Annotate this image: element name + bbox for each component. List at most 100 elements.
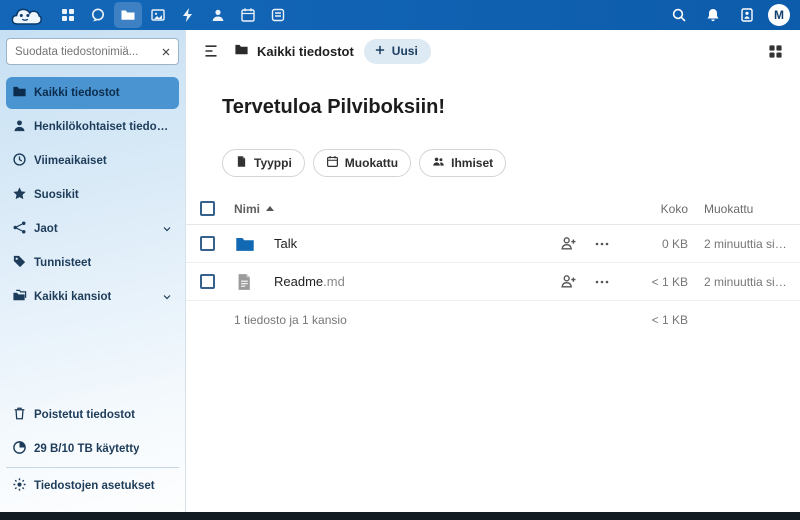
toggle-sidebar-icon[interactable] — [198, 38, 224, 64]
sidebar-item-label: Tiedostojen asetukset — [34, 480, 155, 492]
sidebar-item-label: Henkilökohtaiset tiedostot — [34, 121, 173, 133]
chevron-down-icon[interactable] — [161, 291, 173, 303]
topbar-right: M — [666, 2, 790, 28]
sidebar-item-favorites[interactable]: Suosikit — [6, 179, 179, 211]
select-all-checkbox[interactable] — [200, 201, 215, 216]
dashboard-app-icon[interactable] — [54, 2, 82, 28]
file-basename: Readme — [274, 274, 323, 289]
filename-filter-input[interactable] — [6, 38, 179, 65]
filename-filter — [6, 38, 179, 65]
sidebar-item-label: Kaikki tiedostot — [34, 87, 120, 99]
quota-pie-icon — [12, 440, 27, 458]
folder-icon — [234, 42, 249, 60]
file-size: 0 KB — [622, 237, 688, 251]
breadcrumb-label: Kaikki tiedostot — [257, 44, 354, 59]
clock-icon — [12, 152, 27, 170]
filter-chips: Tyyppi Muokattu Ihmiset — [222, 149, 800, 177]
photos-app-icon[interactable] — [144, 2, 172, 28]
filter-chip-label: Muokattu — [345, 156, 398, 170]
welcome-heading: Tervetuloa Pilviboksiin! — [222, 96, 800, 119]
file-modified: 2 minuuttia si… — [688, 237, 790, 251]
content-area: Kaikki tiedostot Henkilökohtaiset tiedos… — [0, 30, 800, 512]
files-table-header-row: Nimi Koko Muokattu — [186, 193, 800, 225]
sidebar-item-all-folders[interactable]: Kaikki kansiot — [6, 281, 179, 313]
notifications-bell-icon[interactable] — [700, 2, 726, 28]
files-app-icon[interactable] — [114, 2, 142, 28]
sidebar-item-tags[interactable]: Tunnisteet — [6, 247, 179, 279]
column-header-size[interactable]: Koko — [622, 202, 688, 216]
sidebar-item-label: Viimeaikaiset — [34, 155, 107, 167]
file-row-readme[interactable]: Readme.md < 1 KB 2 minuuttia si… — [186, 263, 800, 301]
sidebar-item-label: Poistetut tiedostot — [34, 409, 135, 421]
calendar-app-icon[interactable] — [234, 2, 262, 28]
file-name: Readme.md — [274, 274, 554, 289]
sidebar-navigation: Kaikki tiedostot Henkilökohtaiset tiedos… — [6, 77, 179, 313]
sidebar-item-recent[interactable]: Viimeaikaiset — [6, 145, 179, 177]
sidebar-item-files-settings[interactable]: Tiedostojen asetukset — [6, 467, 179, 502]
grid-view-toggle-icon[interactable] — [762, 38, 788, 64]
tag-icon — [12, 254, 27, 272]
activity-app-icon[interactable] — [174, 2, 202, 28]
folder-icon — [12, 84, 27, 102]
new-button[interactable]: Uusi — [364, 39, 431, 64]
column-header-name[interactable]: Nimi — [234, 202, 554, 216]
app-window: M Kaikki tiedostot Henkilökohtaiset tied… — [0, 0, 800, 520]
sidebar-item-label: Tunnisteet — [34, 257, 91, 269]
sidebar-item-quota[interactable]: 29 B/10 TB käytetty — [6, 433, 179, 465]
sort-ascending-icon — [266, 206, 274, 211]
files-main: Kaikki tiedostot Uusi Tervetuloa Pilvibo… — [186, 30, 800, 512]
row-checkbox[interactable] — [200, 236, 215, 251]
filter-chip-label: Tyyppi — [254, 156, 292, 170]
summary-size: < 1 KB — [622, 313, 688, 327]
user-avatar[interactable]: M — [768, 4, 790, 26]
window-bottom-edge — [0, 512, 800, 520]
file-name: Talk — [274, 236, 554, 251]
actions-menu-icon[interactable] — [588, 268, 616, 296]
quota-label: 29 B/10 TB käytetty — [34, 443, 139, 455]
trash-icon — [12, 406, 27, 424]
column-name-label: Nimi — [234, 202, 260, 216]
calendar-icon — [326, 155, 339, 171]
summary-label: 1 tiedosto ja 1 kansio — [234, 313, 554, 327]
filter-people-chip[interactable]: Ihmiset — [419, 149, 506, 177]
row-checkbox[interactable] — [200, 274, 215, 289]
people-icon — [432, 155, 445, 171]
sidebar-item-personal-files[interactable]: Henkilökohtaiset tiedostot — [6, 111, 179, 143]
clear-filter-icon[interactable] — [157, 43, 174, 60]
deck-app-icon[interactable] — [264, 2, 292, 28]
contacts-menu-icon[interactable] — [734, 2, 760, 28]
share-icon — [12, 220, 27, 238]
user-icon — [12, 118, 27, 136]
document-icon — [234, 272, 274, 292]
file-size: < 1 KB — [622, 275, 688, 289]
sidebar-footer: Poistetut tiedostot 29 B/10 TB käytetty … — [6, 399, 179, 502]
files-summary-row: 1 tiedosto ja 1 kansio < 1 KB — [186, 301, 800, 339]
topbar: M — [0, 0, 800, 30]
app-logo-icon[interactable] — [10, 5, 42, 26]
file-modified: 2 minuuttia si… — [688, 275, 790, 289]
filter-type-chip[interactable]: Tyyppi — [222, 149, 305, 177]
new-button-label: Uusi — [392, 44, 418, 58]
files-table: Nimi Koko Muokattu Talk — [186, 193, 800, 339]
sidebar-item-label: Kaikki kansiot — [34, 291, 111, 303]
column-header-modified[interactable]: Muokattu — [688, 202, 790, 216]
app-navigation — [54, 2, 292, 28]
chevron-down-icon[interactable] — [161, 223, 173, 235]
breadcrumb[interactable]: Kaikki tiedostot — [234, 42, 354, 60]
file-row-talk[interactable]: Talk 0 KB 2 minuuttia si… — [186, 225, 800, 263]
share-add-icon[interactable] — [554, 268, 582, 296]
share-add-icon[interactable] — [554, 230, 582, 258]
files-sidebar: Kaikki tiedostot Henkilökohtaiset tiedos… — [0, 30, 186, 512]
filter-chip-label: Ihmiset — [451, 156, 493, 170]
unified-search-icon[interactable] — [666, 2, 692, 28]
folders-icon — [12, 288, 27, 306]
talk-app-icon[interactable] — [84, 2, 112, 28]
sidebar-item-shares[interactable]: Jaot — [6, 213, 179, 245]
filter-modified-chip[interactable]: Muokattu — [313, 149, 411, 177]
sidebar-item-deleted-files[interactable]: Poistetut tiedostot — [6, 399, 179, 431]
sidebar-item-all-files[interactable]: Kaikki tiedostot — [6, 77, 179, 109]
actions-menu-icon[interactable] — [588, 230, 616, 258]
contacts-app-icon[interactable] — [204, 2, 232, 28]
file-basename: Talk — [274, 236, 297, 251]
files-list-header: Kaikki tiedostot Uusi — [186, 30, 800, 70]
